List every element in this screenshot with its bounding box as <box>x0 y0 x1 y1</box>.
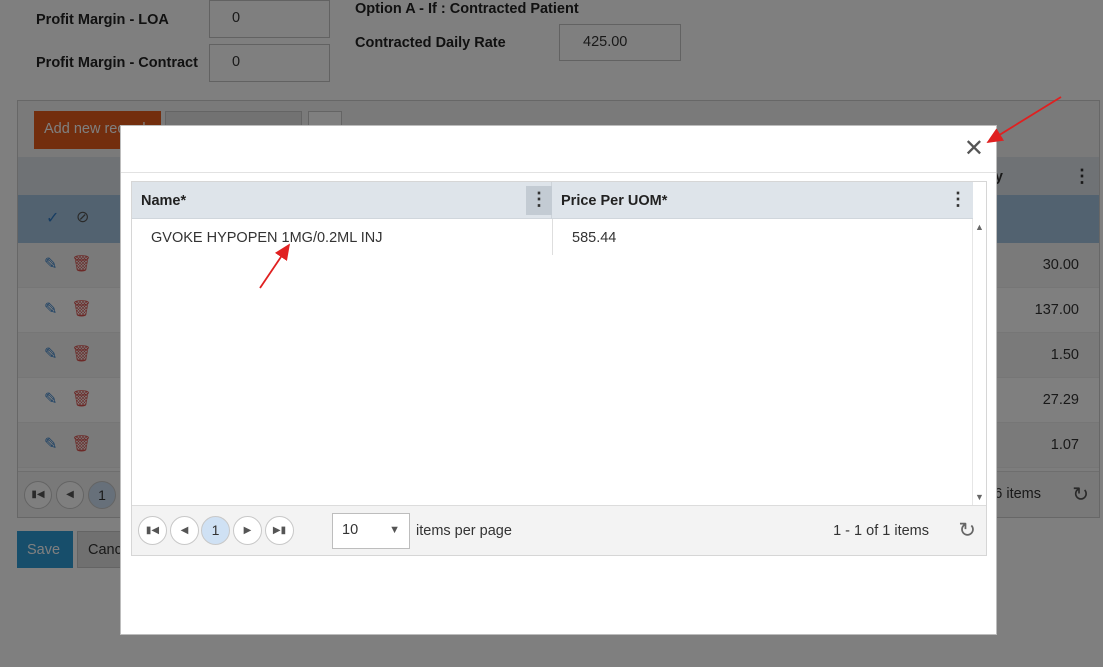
table-row[interactable]: GVOKE HYPOPEN 1MG/0.2ML INJ 585.44 <box>132 219 973 255</box>
page-number-button[interactable]: 1 <box>201 516 230 545</box>
first-page-button[interactable]: ▮◀ <box>138 516 167 545</box>
caret-down-icon: ▼ <box>389 524 400 536</box>
grid-body: GVOKE HYPOPEN 1MG/0.2ML INJ 585.44 <box>132 219 973 505</box>
price-grid: Name* ⋮ Price Per UOM* ⋮ GVOKE HYPOPEN 1… <box>131 181 987 556</box>
column-header-price[interactable]: Price Per UOM* ⋮ <box>552 182 973 219</box>
pager-info: 1 - 1 of 1 items <box>833 523 929 539</box>
grid-pager: ▮◀ ◀ 1 ▶ ▶▮ 10 ▼ items per page 1 - 1 of… <box>132 505 986 555</box>
grid-header: Name* ⋮ Price Per UOM* ⋮ <box>132 182 973 219</box>
column-header-name-label: Name* <box>141 193 187 209</box>
cell-price: 585.44 <box>572 230 617 246</box>
page-size-select[interactable]: 10 ▼ <box>332 513 410 549</box>
prev-page-button[interactable]: ◀ <box>170 516 199 545</box>
vertical-dots-icon[interactable]: ⋮ <box>945 186 971 215</box>
close-icon[interactable]: ✕ <box>964 135 984 161</box>
items-per-page-label: items per page <box>416 523 512 539</box>
modal-header: ✕ <box>121 126 996 173</box>
vertical-scrollbar[interactable]: ▲ ▼ <box>972 219 986 505</box>
vertical-dots-icon[interactable]: ⋮ <box>526 186 552 215</box>
scroll-up-icon[interactable]: ▲ <box>975 222 984 232</box>
last-page-button[interactable]: ▶▮ <box>265 516 294 545</box>
cell-name: GVOKE HYPOPEN 1MG/0.2ML INJ <box>132 219 553 255</box>
column-header-price-label: Price Per UOM* <box>561 193 668 209</box>
page-size-value: 10 <box>342 522 359 538</box>
scroll-down-icon[interactable]: ▼ <box>975 492 984 502</box>
refresh-icon[interactable]: ↻ <box>958 518 976 542</box>
column-header-name[interactable]: Name* ⋮ <box>132 182 552 219</box>
price-lookup-modal: ✕ Name* ⋮ Price Per UOM* ⋮ GVOKE HYPOPEN… <box>120 125 997 635</box>
next-page-button[interactable]: ▶ <box>233 516 262 545</box>
